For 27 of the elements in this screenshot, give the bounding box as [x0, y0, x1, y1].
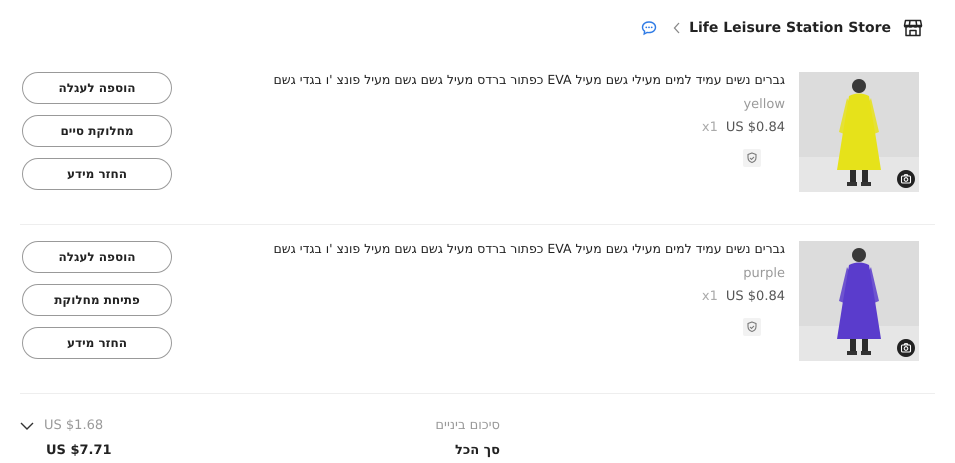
store-icon [903, 18, 923, 38]
store-name[interactable]: Life Leisure Station Store [689, 20, 891, 36]
shield-check-icon [743, 318, 761, 336]
variant-text: yellow [743, 97, 785, 112]
quantity-text: x1 [702, 120, 718, 135]
subtotal-amount: US $1.68 [44, 418, 104, 433]
subtotal-label: סיכום ביניים [435, 418, 500, 433]
action-button[interactable]: החזר מידע [22, 158, 172, 190]
chat-icon[interactable] [641, 20, 658, 36]
price-text: US $0.84 [726, 120, 785, 135]
camera-icon[interactable] [897, 339, 915, 357]
quantity-text: x1 [702, 289, 718, 304]
chevron-down-icon[interactable] [20, 422, 34, 430]
action-button[interactable]: הוספה לעגלה [22, 72, 172, 104]
shield-check-icon [743, 149, 761, 167]
product-title[interactable]: גברים נשים עמיד למים מעילי גשם מעיל EVA כפתור ברדס מעיל גשם גשם מעיל פונצ 'ו בגדי גשם [274, 72, 785, 87]
action-button[interactable]: החזר מידע [22, 327, 172, 359]
chevron-left-icon[interactable] [673, 22, 682, 34]
product-title[interactable]: גברים נשים עמיד למים מעילי גשם מעיל EVA כפתור ברדס מעיל גשם גשם מעיל פונצ 'ו בגדי גשם [274, 241, 785, 256]
total-label: סך הכל [454, 443, 500, 458]
action-button[interactable]: מחלוקת סיים [22, 115, 172, 147]
price-text: US $0.84 [726, 289, 785, 304]
total-amount: US $7.71 [45, 443, 113, 458]
variant-text: purple [743, 266, 785, 281]
action-button[interactable]: פתיחת מחלוקת [22, 284, 172, 316]
camera-icon[interactable] [897, 170, 915, 188]
action-button[interactable]: הוספה לעגלה [22, 241, 172, 273]
